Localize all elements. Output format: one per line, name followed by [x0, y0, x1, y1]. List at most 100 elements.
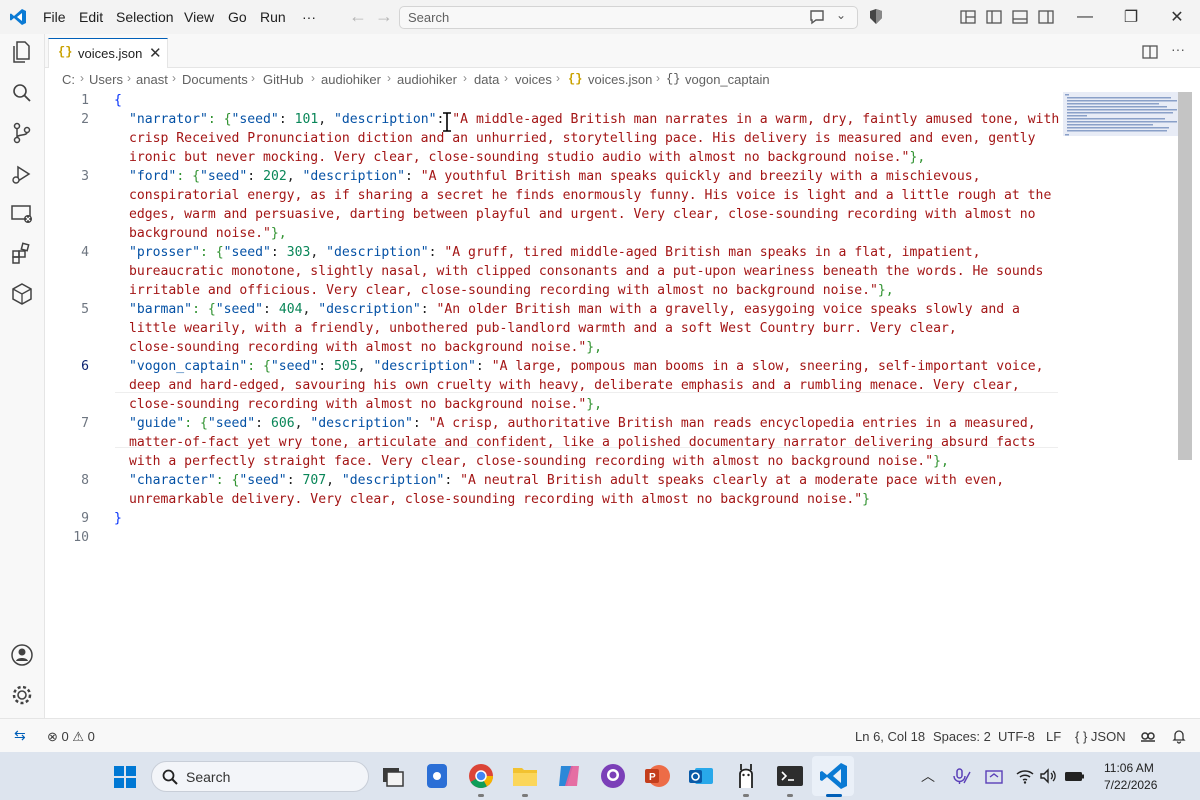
- menu-go[interactable]: Go: [228, 9, 247, 25]
- chrome-icon[interactable]: [465, 760, 497, 792]
- split-editor-icon[interactable]: [1141, 43, 1159, 61]
- breadcrumb-item[interactable]: audiohiker: [321, 72, 381, 87]
- code-line: close-sounding recording with almost no …: [129, 340, 602, 355]
- json-string: "A crisp, authoritative British man read…: [428, 416, 1036, 431]
- code-line: bureaucratic monotone, slightly nasal, w…: [129, 264, 1044, 279]
- copilot-app-icon[interactable]: [553, 760, 585, 792]
- battery-icon[interactable]: [1063, 767, 1087, 785]
- source-control-icon[interactable]: [9, 120, 35, 146]
- line-ending[interactable]: LF: [1046, 729, 1061, 744]
- account-icon[interactable]: [9, 642, 35, 668]
- clock-time[interactable]: 11:06 AM: [1104, 761, 1154, 775]
- punct: :: [286, 473, 303, 488]
- breadcrumb-item[interactable]: C:: [62, 72, 75, 87]
- forward-arrow-icon[interactable]: →: [375, 6, 393, 27]
- code-line: little wearily, with a friendly, unbothe…: [129, 321, 957, 336]
- menu-more[interactable]: ···: [302, 9, 316, 25]
- file-explorer-icon[interactable]: [509, 760, 541, 792]
- run-debug-icon[interactable]: [9, 161, 35, 187]
- json-string: close-sounding recording with almost no …: [129, 340, 587, 355]
- problems-indicator[interactable]: ⊗ 0 ⚠ 0: [47, 729, 95, 745]
- line-number: 3: [81, 169, 89, 184]
- breadcrumb-item[interactable]: GitHub: [263, 72, 303, 87]
- notifications-bell-icon[interactable]: [1171, 728, 1187, 744]
- breadcrumb-item[interactable]: data: [474, 72, 499, 87]
- scrollbar-thumb[interactable]: [1178, 92, 1192, 460]
- json-key: "narrator": [129, 112, 208, 127]
- remote-explorer-icon[interactable]: [9, 201, 35, 227]
- settings-gear-icon[interactable]: [9, 682, 35, 708]
- vscode-logo-icon: [10, 9, 26, 25]
- minimize-button[interactable]: —: [1062, 0, 1108, 34]
- language-mode[interactable]: { } JSON: [1075, 729, 1126, 744]
- breadcrumb-item[interactable]: audiohiker: [397, 72, 457, 87]
- github-desktop-icon[interactable]: [597, 760, 629, 792]
- toggle-secondary-sidebar-icon[interactable]: [1037, 8, 1055, 26]
- terminal-icon[interactable]: [774, 760, 806, 792]
- cursor-position[interactable]: Ln 6, Col 18: [855, 729, 925, 744]
- punct: :: [428, 245, 445, 260]
- encoding[interactable]: UTF-8: [998, 729, 1035, 744]
- microphone-icon[interactable]: [950, 767, 972, 785]
- search-input[interactable]: [408, 9, 788, 26]
- back-arrow-icon[interactable]: ←: [349, 6, 367, 27]
- punct: : {: [215, 473, 240, 488]
- command-center-search[interactable]: [399, 6, 858, 29]
- breadcrumb-item[interactable]: voices.json: [588, 72, 652, 87]
- more-actions-icon[interactable]: ···: [1171, 41, 1185, 57]
- chevron-right-icon: ›: [656, 71, 660, 85]
- volume-icon[interactable]: [1039, 767, 1057, 785]
- extensions-icon[interactable]: [9, 241, 35, 267]
- restore-button[interactable]: ❐: [1108, 0, 1154, 34]
- windows-start-icon[interactable]: [113, 765, 137, 789]
- breadcrumb-item[interactable]: vogon_captain: [685, 72, 770, 87]
- remote-indicator-icon[interactable]: ⇆: [14, 727, 26, 744]
- code-line: "prosser": {"seed": 303, "description": …: [129, 245, 980, 260]
- ollama-icon[interactable]: [730, 760, 762, 792]
- close-window-button[interactable]: ✕: [1154, 0, 1200, 34]
- json-number: 404: [278, 302, 303, 317]
- tab-voices-json[interactable]: {} voices.json ✕: [48, 38, 168, 68]
- chevron-right-icon: ›: [556, 71, 560, 85]
- accounts-shield-icon[interactable]: [867, 8, 885, 26]
- punct: :: [404, 169, 421, 184]
- menu-run[interactable]: Run: [260, 9, 286, 25]
- json-string: close-sounding recording with almost no …: [129, 397, 587, 412]
- close-tab-icon[interactable]: ✕: [149, 44, 162, 62]
- code-editor[interactable]: 1 2 3 4 5 6 7 8 9 10 { "narrator": {"see…: [45, 90, 1065, 718]
- explorer-icon[interactable]: [9, 39, 35, 65]
- taskbar-search[interactable]: Search: [151, 761, 369, 792]
- json-key: "seed": [215, 302, 264, 317]
- clock-date[interactable]: 7/22/2026: [1104, 778, 1157, 792]
- chevron-up-icon[interactable]: ︿: [921, 766, 935, 786]
- powerpoint-icon[interactable]: P: [641, 760, 673, 792]
- outlook-icon[interactable]: [685, 760, 717, 792]
- breadcrumb-item[interactable]: voices: [515, 72, 552, 87]
- menu-view[interactable]: View: [184, 9, 214, 25]
- chevron-down-icon[interactable]: ⌄: [836, 8, 846, 22]
- search-icon[interactable]: [9, 80, 35, 106]
- breadcrumb-item[interactable]: Users: [89, 72, 123, 87]
- json-string: "An older British man with a gravelly, e…: [436, 302, 1020, 317]
- cube-3d-icon[interactable]: [9, 281, 35, 307]
- breadcrumb-item[interactable]: anast: [136, 72, 168, 87]
- punct: :: [278, 112, 295, 127]
- wifi-icon[interactable]: [1015, 767, 1035, 785]
- customize-layout-icon[interactable]: [959, 8, 977, 26]
- breadcrumb-item[interactable]: Documents: [182, 72, 248, 87]
- vscode-taskbar-icon[interactable]: [818, 760, 850, 792]
- menu-selection[interactable]: Selection: [116, 9, 174, 25]
- chevron-right-icon: ›: [80, 71, 84, 85]
- code-line: conspiratorial energy, as if sharing a s…: [129, 188, 1052, 203]
- capture-icon[interactable]: [984, 767, 1004, 785]
- copilot-icon[interactable]: [1140, 728, 1156, 744]
- menu-file[interactable]: File: [43, 9, 66, 25]
- minimap[interactable]: [1063, 92, 1179, 718]
- menu-edit[interactable]: Edit: [79, 9, 103, 25]
- indentation[interactable]: Spaces: 2: [933, 729, 991, 744]
- security-app-icon[interactable]: [421, 760, 453, 792]
- copilot-chat-icon[interactable]: [808, 8, 826, 26]
- toggle-primary-sidebar-icon[interactable]: [985, 8, 1003, 26]
- task-view-icon[interactable]: [377, 760, 409, 792]
- toggle-panel-icon[interactable]: [1011, 8, 1029, 26]
